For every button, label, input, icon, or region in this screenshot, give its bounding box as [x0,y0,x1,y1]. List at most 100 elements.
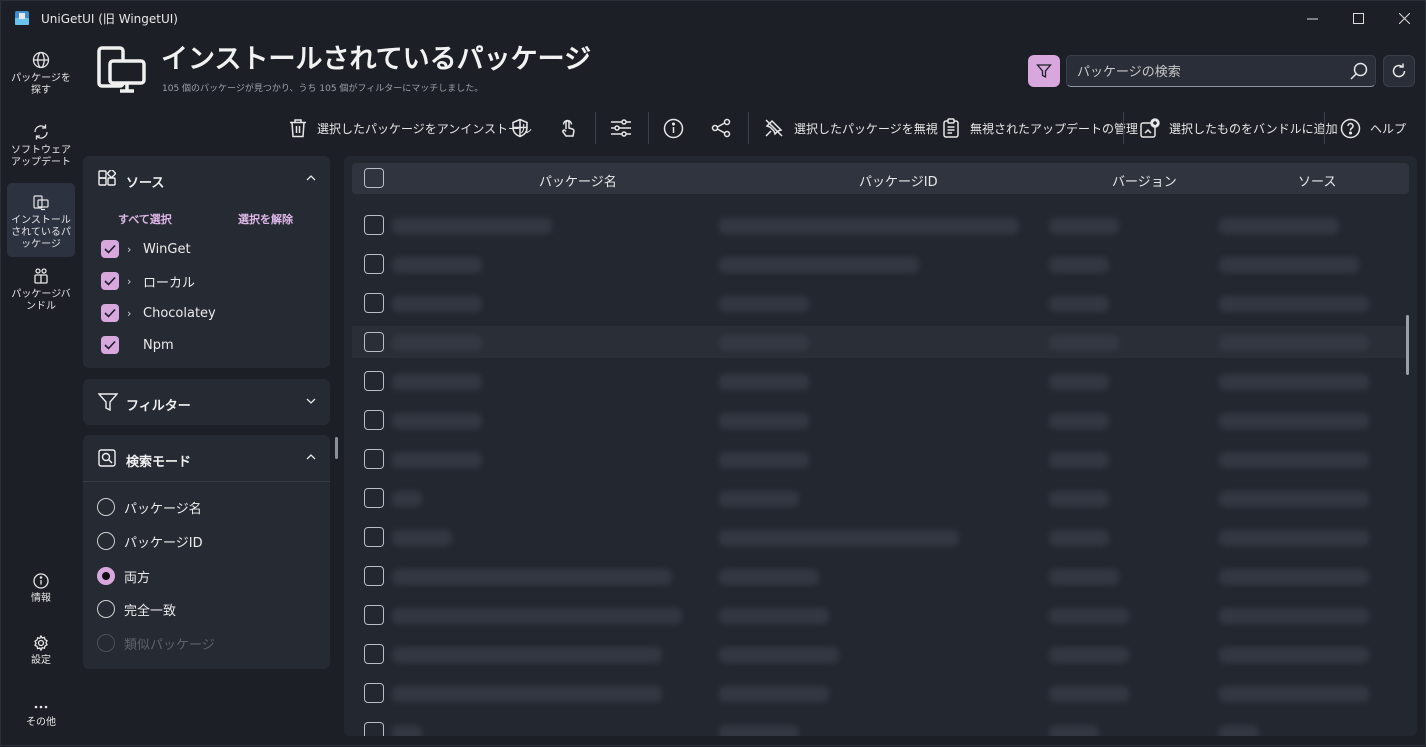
close-icon [1398,12,1410,24]
uninstall-selected-button[interactable]: 選択したパッケージをアンインストール [288,113,532,143]
expand-icon[interactable]: › [127,243,143,256]
source-checkbox[interactable] [101,272,119,290]
row-checkbox[interactable] [364,527,384,547]
app-logo-icon [15,11,29,25]
row-checkbox[interactable] [364,371,384,391]
side-panel-scrollbar[interactable] [335,437,338,459]
column-header-version[interactable]: バージョン [1112,171,1177,190]
manage-ignored-button[interactable]: 無視されたアップデートの管理 [941,113,1138,143]
table-row[interactable] [344,253,1417,285]
table-row[interactable] [344,487,1417,519]
share-button[interactable] [711,113,741,143]
column-header-source[interactable]: ソース [1298,171,1336,190]
table-row[interactable] [344,604,1417,636]
row-checkbox[interactable] [364,293,384,313]
toggle-filters-button[interactable] [1028,55,1060,87]
search-mode-option-id[interactable]: パッケージID [97,530,203,552]
row-checkbox[interactable] [364,488,384,508]
search-icon[interactable] [1349,61,1369,81]
filters-panel-header[interactable]: フィルター [83,379,330,425]
obscured-cell [1049,569,1119,585]
sources-panel-header[interactable]: ソース [83,156,330,202]
obscured-cell [1049,530,1109,546]
package-details-button[interactable] [663,113,693,143]
nav-more[interactable]: その他 [7,701,75,729]
search-mode-option-name[interactable]: パッケージ名 [97,496,202,518]
source-item-local[interactable]: › ローカル [101,271,195,291]
source-checkbox[interactable] [101,304,119,322]
add-to-bundle-button[interactable]: 選択したものをバンドルに追加 [1139,113,1338,143]
radio-button[interactable] [97,498,115,516]
table-scrollbar[interactable] [1406,315,1409,375]
source-item-npm[interactable]: Npm [101,335,174,355]
table-row[interactable] [344,409,1417,441]
ignore-selected-button[interactable]: 選択したパッケージを無視 [764,113,938,143]
nav-more-label: その他 [26,717,56,728]
column-header-id[interactable]: パッケージID [859,171,938,190]
source-checkbox[interactable] [101,336,119,354]
admin-action-button[interactable] [510,113,539,143]
table-row[interactable] [344,643,1417,675]
column-header-name[interactable]: パッケージ名 [539,171,617,190]
row-checkbox[interactable] [364,644,384,664]
table-row[interactable] [344,370,1417,402]
table-row[interactable] [344,331,1417,363]
row-checkbox[interactable] [364,332,384,352]
expand-icon[interactable]: › [127,275,143,288]
obscured-cell [1219,218,1339,234]
help-button[interactable]: ヘルプ [1340,113,1406,143]
search-input[interactable] [1075,62,1339,82]
search-mode-option-exact[interactable]: 完全一致 [97,598,176,620]
nav-installed[interactable]: インストールされているパッケージ [7,183,75,257]
radio-button[interactable] [97,600,115,618]
deselect-sources-button[interactable]: 選択を解除 [238,211,293,227]
source-label: ローカル [143,275,196,291]
obscured-cell [392,296,482,312]
table-row[interactable] [344,448,1417,480]
select-all-checkbox[interactable] [364,168,384,188]
table-row[interactable] [344,565,1417,597]
table-row[interactable] [344,682,1417,714]
obscured-cell [392,686,662,702]
row-checkbox[interactable] [364,605,384,625]
reload-button[interactable] [1383,55,1415,87]
nav-settings[interactable]: 設定 [7,635,75,667]
search-mode-panel: 検索モード パッケージ名 パッケージID 両方 完全一致 類似パッケージ [83,435,330,669]
row-checkbox[interactable] [364,215,384,235]
row-checkbox[interactable] [364,566,384,586]
toolbar-separator [648,112,649,144]
row-checkbox[interactable] [364,254,384,274]
table-row[interactable] [344,721,1417,736]
source-item-chocolatey[interactable]: › Chocolatey [101,303,216,323]
obscured-cell [392,413,482,429]
table-row[interactable] [344,214,1417,246]
table-row[interactable] [344,526,1417,558]
search-mode-option-both[interactable]: 両方 [97,565,150,587]
row-checkbox[interactable] [364,722,384,736]
source-item-winget[interactable]: › WinGet [101,239,191,259]
search-mode-panel-header[interactable]: 検索モード [83,435,330,482]
radio-button-selected[interactable] [97,567,115,585]
interactive-action-button[interactable] [558,113,587,143]
package-options-button[interactable] [610,113,641,143]
row-checkbox[interactable] [364,683,384,703]
maximize-button[interactable] [1335,1,1381,35]
close-button[interactable] [1381,1,1426,35]
row-checkbox[interactable] [364,410,384,430]
nav-bundles[interactable]: パッケージバンドル [7,267,75,313]
obscured-cell [1049,218,1119,234]
minimize-button[interactable] [1289,1,1335,35]
nav-info[interactable]: 情報 [7,573,75,605]
expand-icon[interactable]: › [127,307,143,320]
nav-updates[interactable]: ソフトウェアアップデート [7,123,75,169]
obscured-cell [1049,413,1109,429]
obscured-cell [719,374,809,390]
radio-button-disabled [97,634,115,652]
table-row[interactable] [344,292,1417,324]
select-all-sources-button[interactable]: すべて選択 [118,211,172,227]
radio-button[interactable] [97,532,115,550]
source-checkbox[interactable] [101,240,119,258]
obscured-cell [1219,374,1369,390]
row-checkbox[interactable] [364,449,384,469]
nav-discover[interactable]: パッケージを探す [7,51,75,97]
